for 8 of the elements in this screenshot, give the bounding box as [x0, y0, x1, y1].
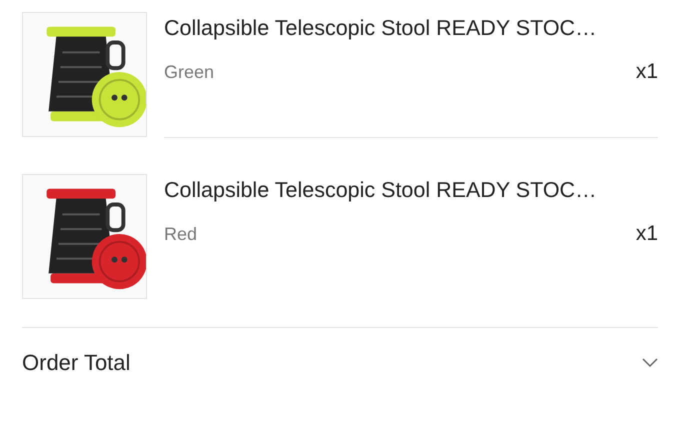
product-title: Collapsible Telescopic Stool READY STOC… — [164, 177, 598, 204]
quantity-label: x1 — [636, 60, 658, 84]
chevron-icon[interactable] — [642, 358, 658, 368]
variant-label: Green — [164, 62, 214, 82]
quantity-label: x1 — [636, 222, 658, 246]
order-total-label: Order Total — [22, 350, 130, 376]
product-title: Collapsible Telescopic Stool READY STOC… — [164, 15, 598, 42]
variant-label: Red — [164, 224, 198, 244]
